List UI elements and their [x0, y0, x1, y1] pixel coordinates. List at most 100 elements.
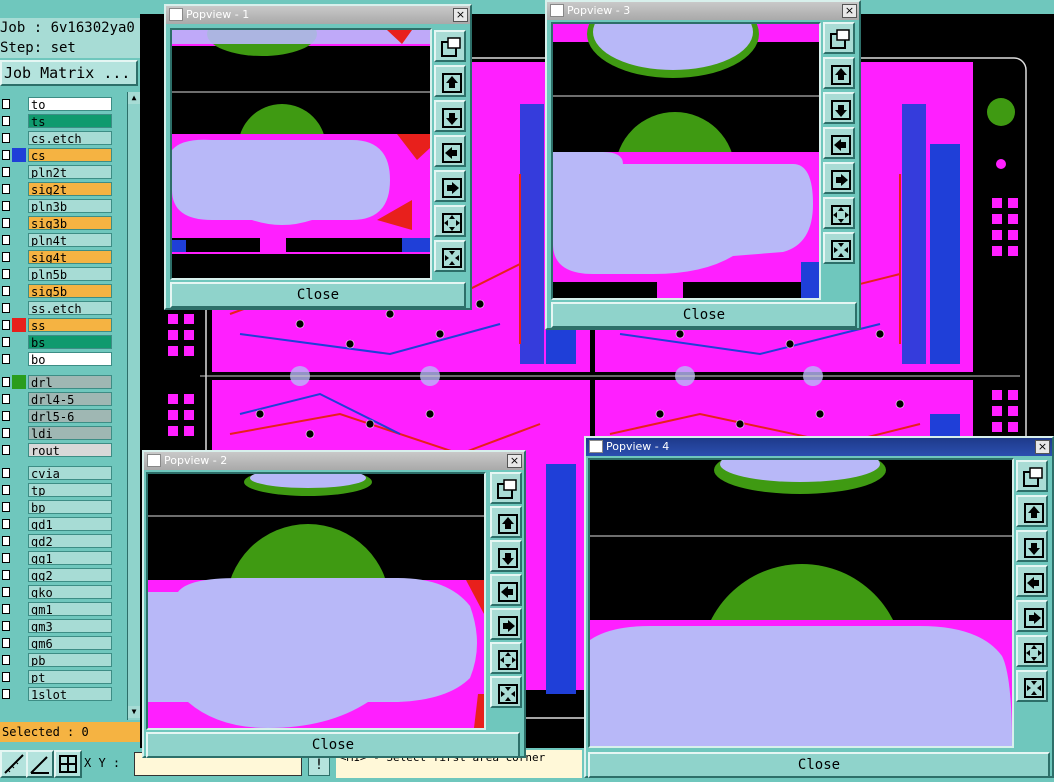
layer-visibility-checkbox[interactable] — [2, 269, 10, 279]
grid-tool-button[interactable] — [54, 750, 82, 778]
zoom-out-button[interactable] — [434, 205, 466, 237]
popview-4-close-button[interactable]: Close — [588, 752, 1050, 778]
layer-visibility-checkbox[interactable] — [2, 655, 10, 665]
layer-color-swatch[interactable] — [12, 267, 26, 281]
layer-visibility-checkbox[interactable] — [2, 689, 10, 699]
layer-name-label[interactable]: rout — [28, 443, 112, 457]
layer-row-sig3b[interactable]: sig3b — [0, 215, 126, 231]
layer-row-sig4t[interactable]: sig4t — [0, 249, 126, 265]
popview-2-close-button[interactable]: Close — [146, 732, 520, 758]
layer-visibility-checkbox[interactable] — [2, 604, 10, 614]
layer-name-label[interactable]: drl4-5 — [28, 392, 112, 406]
zoom-home-button[interactable] — [490, 472, 522, 504]
layer-name-label[interactable]: sig3b — [28, 216, 112, 230]
zoom-out-button[interactable] — [1016, 635, 1048, 667]
layer-row-gd2[interactable]: gd2 — [0, 533, 126, 549]
layer-row-sig2t[interactable]: sig2t — [0, 181, 126, 197]
layer-visibility-checkbox[interactable] — [2, 184, 10, 194]
layer-row-bs[interactable]: bs — [0, 334, 126, 350]
layer-color-swatch[interactable] — [12, 352, 26, 366]
popview-3-close-button[interactable]: Close — [551, 302, 857, 328]
layer-row-drl4-5[interactable]: drl4-5 — [0, 391, 126, 407]
layer-visibility-checkbox[interactable] — [2, 536, 10, 546]
zoom-in-button[interactable] — [1016, 670, 1048, 702]
layer-color-swatch[interactable] — [12, 250, 26, 264]
pan-left-button[interactable] — [823, 127, 855, 159]
layer-visibility-checkbox[interactable] — [2, 133, 10, 143]
layer-visibility-checkbox[interactable] — [2, 621, 10, 631]
layer-name-label[interactable]: sig2t — [28, 182, 112, 196]
pan-up-button[interactable] — [490, 506, 522, 538]
layer-name-label[interactable]: cs.etch — [28, 131, 112, 145]
layer-name-label[interactable]: pb — [28, 653, 112, 667]
layer-color-swatch[interactable] — [12, 483, 26, 497]
layer-row-cs.etch[interactable]: cs.etch — [0, 130, 126, 146]
layer-row-gm6[interactable]: gm6 — [0, 635, 126, 651]
layer-color-swatch[interactable] — [12, 443, 26, 457]
layer-color-swatch[interactable] — [12, 148, 26, 162]
layer-name-label[interactable]: bp — [28, 500, 112, 514]
layer-color-swatch[interactable] — [12, 568, 26, 582]
layer-row-gm3[interactable]: gm3 — [0, 618, 126, 634]
layer-visibility-checkbox[interactable] — [2, 587, 10, 597]
close-icon[interactable]: × — [1035, 440, 1050, 454]
pan-up-button[interactable] — [434, 65, 466, 97]
layer-color-swatch[interactable] — [12, 165, 26, 179]
pan-right-button[interactable] — [1016, 600, 1048, 632]
popview-2-titlebar[interactable]: Popview - 2 × — [144, 452, 524, 470]
pan-left-button[interactable] — [434, 135, 466, 167]
layer-name-label[interactable]: cvia — [28, 466, 112, 480]
popview-2-viewport[interactable] — [146, 472, 486, 730]
layer-row-bo[interactable]: bo — [0, 351, 126, 367]
layer-visibility-checkbox[interactable] — [2, 519, 10, 529]
layer-name-label[interactable]: sig5b — [28, 284, 112, 298]
pan-down-button[interactable] — [434, 100, 466, 132]
popview-3-viewport[interactable] — [551, 22, 821, 300]
layer-color-swatch[interactable] — [12, 619, 26, 633]
layer-color-swatch[interactable] — [12, 182, 26, 196]
layer-color-swatch[interactable] — [12, 375, 26, 389]
layer-name-label[interactable]: pln2t — [28, 165, 112, 179]
layer-row-gko[interactable]: gko — [0, 584, 126, 600]
layer-visibility-checkbox[interactable] — [2, 235, 10, 245]
layer-name-label[interactable]: to — [28, 97, 112, 111]
layer-row-bp[interactable]: bp — [0, 499, 126, 515]
layer-name-label[interactable]: gd2 — [28, 534, 112, 548]
close-icon[interactable]: × — [842, 4, 857, 18]
layer-name-label[interactable]: pt — [28, 670, 112, 684]
layer-row-cvia[interactable]: cvia — [0, 465, 126, 481]
layer-row-ss.etch[interactable]: ss.etch — [0, 300, 126, 316]
layer-visibility-checkbox[interactable] — [2, 150, 10, 160]
layer-name-label[interactable]: ts — [28, 114, 112, 128]
layer-color-swatch[interactable] — [12, 500, 26, 514]
zoom-home-button[interactable] — [434, 30, 466, 62]
layer-visibility-checkbox[interactable] — [2, 167, 10, 177]
layer-name-label[interactable]: ss.etch — [28, 301, 112, 315]
layer-color-swatch[interactable] — [12, 216, 26, 230]
layer-visibility-checkbox[interactable] — [2, 428, 10, 438]
layer-name-label[interactable]: sig4t — [28, 250, 112, 264]
layer-row-1slot[interactable]: 1slot — [0, 686, 126, 702]
layer-row-pln2t[interactable]: pln2t — [0, 164, 126, 180]
layer-row-rout[interactable]: rout — [0, 442, 126, 458]
layer-row-pln3b[interactable]: pln3b — [0, 198, 126, 214]
layer-color-swatch[interactable] — [12, 602, 26, 616]
layer-color-swatch[interactable] — [12, 670, 26, 684]
layer-name-label[interactable]: gm1 — [28, 602, 112, 616]
layer-visibility-checkbox[interactable] — [2, 553, 10, 563]
layer-row-pb[interactable]: pb — [0, 652, 126, 668]
layer-color-swatch[interactable] — [12, 653, 26, 667]
layer-name-label[interactable]: cs — [28, 148, 112, 162]
layer-visibility-checkbox[interactable] — [2, 411, 10, 421]
layer-name-label[interactable]: 1slot — [28, 687, 112, 701]
layer-color-swatch[interactable] — [12, 466, 26, 480]
layer-name-label[interactable]: tp — [28, 483, 112, 497]
layer-row-gg1[interactable]: gg1 — [0, 550, 126, 566]
layer-name-label[interactable]: gg1 — [28, 551, 112, 565]
close-icon[interactable]: × — [507, 454, 522, 468]
layer-name-label[interactable]: pln4t — [28, 233, 112, 247]
pan-up-button[interactable] — [1016, 495, 1048, 527]
layer-color-swatch[interactable] — [12, 114, 26, 128]
layer-visibility-checkbox[interactable] — [2, 99, 10, 109]
layer-name-label[interactable]: bo — [28, 352, 112, 366]
